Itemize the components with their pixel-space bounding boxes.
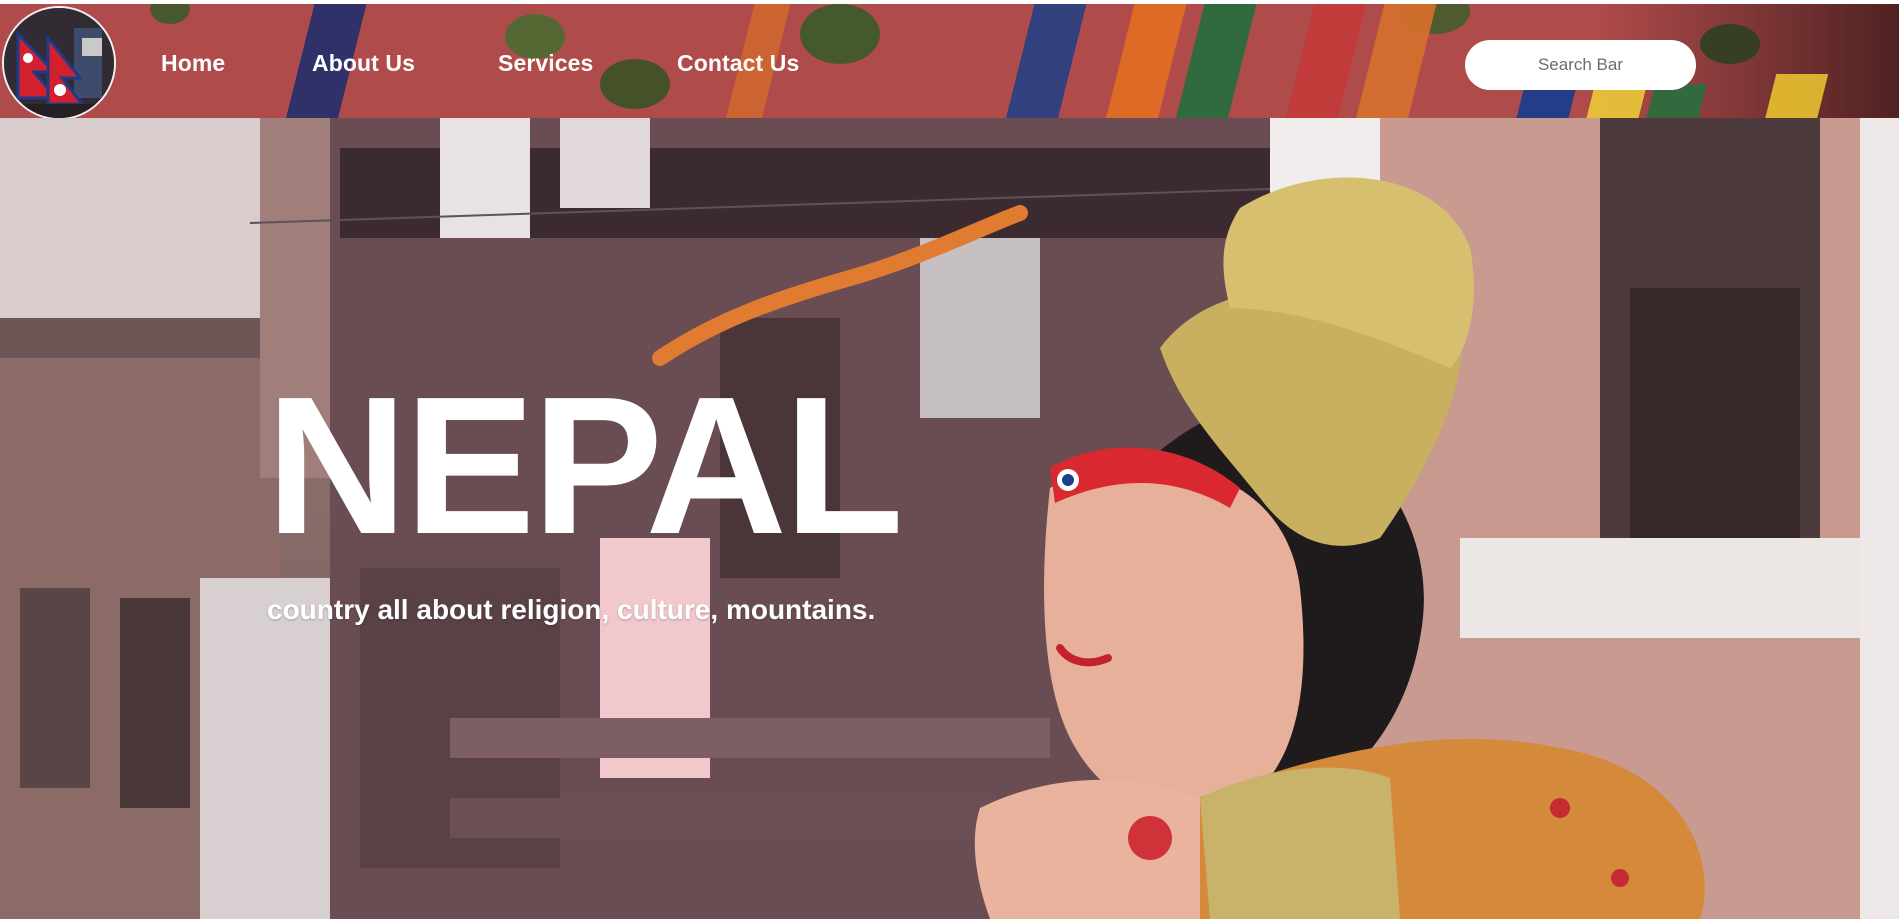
nepal-flag-collage-icon xyxy=(4,8,114,118)
hero-subtitle: country all about religion, culture, mou… xyxy=(267,594,876,625)
search-input[interactable] xyxy=(1465,40,1696,90)
nav-link-services[interactable]: Services xyxy=(498,50,593,77)
nav-link-about-us[interactable]: About Us xyxy=(312,50,415,77)
hero-title: NEPAL xyxy=(266,356,904,575)
navbar: Home About Us Services Contact Us xyxy=(0,4,1899,118)
hero-section: NEPAL country all about religion, cultur… xyxy=(0,118,1899,919)
nav-link-contact-us[interactable]: Contact Us xyxy=(677,50,799,77)
nav-link-home[interactable]: Home xyxy=(161,50,225,77)
logo[interactable] xyxy=(2,6,116,118)
